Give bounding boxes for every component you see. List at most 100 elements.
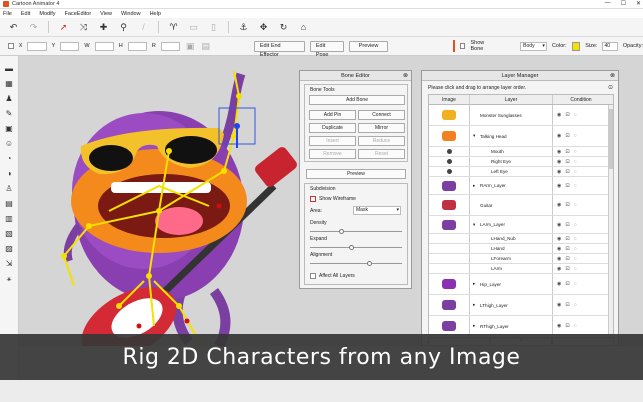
scene-icon[interactable]: ▬ bbox=[4, 63, 14, 74]
layer-manager-expand-icon[interactable]: ⊙ bbox=[608, 84, 613, 91]
redo-icon[interactable]: ↷ bbox=[28, 22, 39, 33]
area-dropdown[interactable]: Mask bbox=[353, 206, 401, 215]
lock-icon[interactable]: ⊡ bbox=[565, 159, 569, 165]
bone-disabled-icon[interactable]: / bbox=[138, 22, 149, 33]
layer-row[interactable]: LArm ◉ ⊡ ◌ bbox=[429, 264, 613, 274]
duplicate-button[interactable]: Duplicate bbox=[309, 123, 356, 133]
height-field[interactable] bbox=[127, 41, 147, 51]
connect-button[interactable]: Connect bbox=[358, 110, 405, 120]
pin-icon[interactable]: ◌ bbox=[574, 302, 577, 308]
pin-icon[interactable]: ◌ bbox=[574, 323, 577, 329]
select-icon[interactable]: ➚ bbox=[58, 22, 69, 33]
pin-icon[interactable]: ◌ bbox=[574, 246, 577, 252]
visibility-icon[interactable]: ◉ bbox=[557, 183, 561, 189]
frame-checkbox[interactable] bbox=[8, 43, 14, 49]
edit-end-effector-button[interactable]: Edit End Effector bbox=[253, 40, 305, 58]
pin-icon[interactable]: ◌ bbox=[574, 222, 577, 228]
layer-scrollbar[interactable] bbox=[608, 105, 613, 334]
layer-row[interactable]: Left Eye ◉ ⊡ ◌ bbox=[429, 167, 613, 177]
expand-slider[interactable] bbox=[349, 245, 354, 250]
move-icon[interactable]: ✥ bbox=[258, 22, 269, 33]
pin-icon[interactable]: ◌ bbox=[574, 266, 577, 272]
lock-icon[interactable]: ⊡ bbox=[565, 183, 569, 189]
lock-icon[interactable]: ⊡ bbox=[565, 112, 569, 118]
undo-icon[interactable]: ↶ bbox=[8, 22, 19, 33]
preview-button[interactable]: Preview bbox=[349, 40, 388, 52]
add-pin-button[interactable]: Add Pin bbox=[309, 110, 356, 120]
width-field[interactable] bbox=[94, 41, 114, 51]
export-icon[interactable]: ⇲ bbox=[4, 258, 14, 269]
visibility-icon[interactable]: ◉ bbox=[557, 202, 561, 208]
reduce-button[interactable]: Reduce bbox=[358, 136, 405, 146]
layer-row[interactable]: LHand_Nub ◉ ⊡ ◌ bbox=[429, 234, 613, 244]
lock-icon[interactable]: ⊡ bbox=[565, 133, 569, 139]
layer-row[interactable]: ▾ LArm_Layer ◉ ⊡ ◌ bbox=[429, 216, 613, 234]
stage-canvas[interactable]: Bone Editor ⊗ Bone Tools Add Bone Add Pi… bbox=[19, 56, 643, 346]
layer-scrollbar-thumb[interactable] bbox=[609, 109, 613, 169]
visibility-icon[interactable]: ◉ bbox=[557, 236, 561, 242]
rotation-field[interactable] bbox=[160, 41, 180, 51]
visibility-icon[interactable]: ◉ bbox=[557, 112, 561, 118]
reset-button[interactable]: Reset bbox=[358, 149, 405, 159]
pin-icon[interactable]: ◌ bbox=[574, 202, 577, 208]
visibility-icon[interactable]: ◉ bbox=[557, 133, 561, 139]
menu-help[interactable]: Help bbox=[150, 11, 161, 17]
menu-view[interactable]: View bbox=[100, 11, 112, 17]
flip-icon[interactable]: ▤ bbox=[200, 41, 210, 52]
expand-arrow-icon[interactable]: ▾ bbox=[473, 222, 480, 228]
layer-row[interactable]: ▸ RThigh_Layer ◉ ⊡ ◌ bbox=[429, 316, 613, 334]
layer-row[interactable]: ▸ LThigh_Layer ◉ ⊡ ◌ bbox=[429, 295, 613, 316]
anchor-icon[interactable]: ⚓ bbox=[238, 22, 249, 33]
expand-arrow-icon[interactable]: ▸ bbox=[473, 302, 480, 308]
visibility-icon[interactable]: ◉ bbox=[557, 246, 561, 252]
visibility-icon[interactable]: ◉ bbox=[557, 222, 561, 228]
bone-select-icon[interactable]: ⤨ bbox=[78, 22, 89, 33]
ear-icon[interactable]: ◑ bbox=[4, 168, 14, 179]
show-bone-checkbox[interactable] bbox=[459, 43, 466, 49]
lock-icon[interactable]: ⊡ bbox=[565, 236, 569, 242]
y-field[interactable] bbox=[60, 41, 80, 51]
visibility-icon[interactable]: ◉ bbox=[557, 256, 561, 262]
insert-button[interactable]: Insert bbox=[309, 136, 356, 146]
visibility-icon[interactable]: ◉ bbox=[557, 159, 561, 165]
lock-icon[interactable]: ⊡ bbox=[565, 302, 569, 308]
add-bone-button[interactable]: Add Bone bbox=[309, 95, 405, 105]
content-icon[interactable]: ▦ bbox=[4, 78, 14, 89]
lock-icon[interactable]: ⊡ bbox=[565, 149, 569, 155]
pin-icon[interactable]: ◌ bbox=[574, 149, 577, 155]
home-icon[interactable]: ⌂ bbox=[298, 22, 309, 33]
size-field[interactable]: 40 bbox=[602, 41, 618, 51]
menu-window[interactable]: Window bbox=[121, 11, 141, 17]
pin-icon[interactable]: ◌ bbox=[574, 236, 577, 242]
visibility-icon[interactable]: ◉ bbox=[557, 323, 561, 329]
rotate-icon[interactable]: ↻ bbox=[278, 22, 289, 33]
visibility-icon[interactable]: ◉ bbox=[557, 302, 561, 308]
pin-icon[interactable]: ◌ bbox=[574, 112, 577, 118]
visibility-icon[interactable]: ◉ bbox=[557, 149, 561, 155]
close-button[interactable]: ✕ bbox=[636, 0, 641, 7]
brush-icon[interactable]: ✎ bbox=[4, 108, 14, 119]
visibility-icon[interactable]: ◉ bbox=[557, 281, 561, 287]
lock-icon[interactable]: ⊡ bbox=[565, 246, 569, 252]
bone-preview-button[interactable]: Preview bbox=[306, 169, 406, 179]
lock-icon[interactable]: ⊡ bbox=[565, 323, 569, 329]
layer-row[interactable]: Right Eye ◉ ⊡ ◌ bbox=[429, 157, 613, 167]
lock-icon[interactable]: ⊡ bbox=[565, 222, 569, 228]
face-icon[interactable]: ☺ bbox=[4, 138, 14, 149]
pin-icon[interactable]: ◌ bbox=[574, 133, 577, 139]
x-field[interactable] bbox=[27, 41, 47, 51]
visibility-icon[interactable]: ◉ bbox=[557, 266, 561, 272]
menu-faceeditor[interactable]: FaceEditor bbox=[65, 11, 92, 17]
align2-icon[interactable]: ▯ bbox=[208, 22, 219, 33]
layer-row[interactable]: ▾ Talking Head ◉ ⊡ ◌ bbox=[429, 126, 613, 147]
mirror-button[interactable]: Mirror bbox=[358, 123, 405, 133]
puppet-icon[interactable]: ▨ bbox=[4, 243, 14, 254]
menu-file[interactable]: File bbox=[3, 11, 12, 17]
pin-icon[interactable]: ◌ bbox=[574, 159, 577, 165]
close-icon[interactable]: ⊗ bbox=[403, 71, 408, 81]
maximize-button[interactable]: ☐ bbox=[621, 0, 626, 7]
layer-row[interactable]: ▸ RArm_Layer ◉ ⊡ ◌ bbox=[429, 177, 613, 195]
menu-modify[interactable]: Modify bbox=[39, 11, 55, 17]
lock-icon[interactable]: ▣ bbox=[185, 41, 195, 52]
expand-arrow-icon[interactable]: ▸ bbox=[473, 183, 480, 189]
